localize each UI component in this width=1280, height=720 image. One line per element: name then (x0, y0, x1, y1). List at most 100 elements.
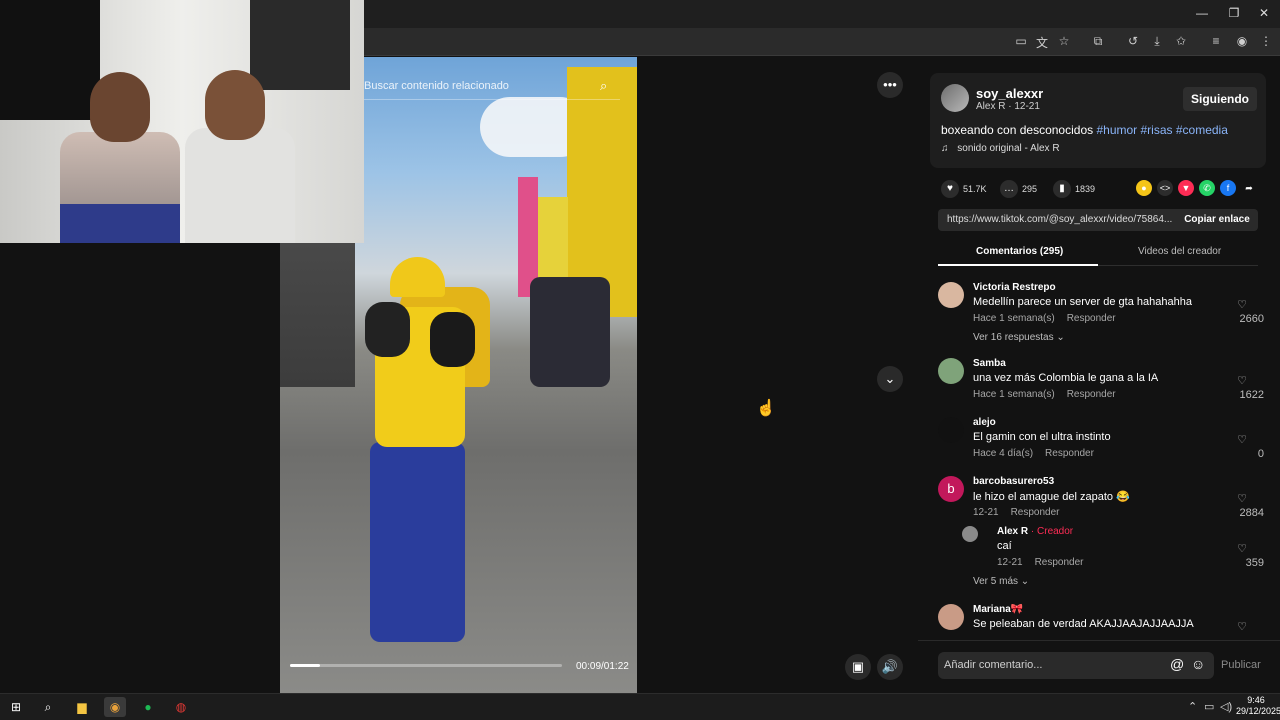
reply-button[interactable]: Responder (1045, 448, 1094, 459)
video-time: 00:09/01:22 (576, 661, 629, 672)
like-heart-icon[interactable]: ♡ (1232, 492, 1252, 505)
like-heart-icon[interactable]: ♡ (1232, 542, 1252, 555)
reading-list-icon[interactable]: ≡ (1208, 34, 1224, 48)
whatsapp-icon[interactable]: ✆ (1199, 180, 1215, 196)
commenter-name[interactable]: barcobasurero53 (973, 476, 1054, 487)
mention-icon[interactable]: @ (1170, 656, 1184, 672)
copy-link-button[interactable]: Copiar enlace (1175, 209, 1259, 231)
comment-icon: … (1000, 180, 1018, 198)
emoji-icon[interactable]: ☺ (1191, 656, 1205, 672)
save-count: 1839 (1075, 184, 1096, 194)
minimize-button[interactable]: — (1192, 6, 1212, 20)
commenter-name[interactable]: Victoria Restrepo (973, 282, 1056, 293)
comment-like-count: 2660 (1239, 313, 1264, 325)
profile-icon[interactable]: ◉ (1234, 34, 1250, 48)
creator-avatar[interactable] (962, 526, 978, 542)
streamer-left (50, 72, 180, 243)
hashtag-link[interactable]: #risas (1141, 123, 1173, 137)
comment-text: una vez más Colombia le gana a la IA (973, 372, 1159, 384)
hashtag-link[interactable]: #humor (1096, 123, 1137, 137)
comment-like-count: 0 (1257, 448, 1264, 460)
share-arrow-icon[interactable]: ➦ (1241, 180, 1257, 196)
share-link-url[interactable]: https://www.tiktok.com/@soy_alexxr/video… (947, 214, 1173, 225)
send-icon[interactable]: ▼ (1178, 180, 1194, 196)
commenter-avatar[interactable] (938, 604, 964, 630)
coin-icon[interactable]: ● (1136, 180, 1152, 196)
commenter-name[interactable]: Mariana🎀 (973, 604, 1023, 615)
tab-creator-videos[interactable]: Videos del creador (1138, 246, 1221, 257)
clock-time: 9:46 (1247, 695, 1265, 705)
tab-comments[interactable]: Comentarios (295) (976, 246, 1063, 257)
close-button[interactable]: ✕ (1254, 6, 1274, 20)
comment-time: 12-21 (997, 557, 1023, 568)
clock[interactable]: 9:46 29/12/2025 (1236, 695, 1280, 717)
like-heart-icon[interactable]: ♡ (1232, 298, 1252, 311)
reply-author[interactable]: Alex R · Creador (997, 526, 1073, 537)
music-note-icon: ♫ (941, 143, 949, 154)
avatar[interactable] (941, 84, 969, 112)
clock-date: 29/12/2025 (1236, 706, 1280, 716)
view-more-replies-button[interactable]: Ver 5 más ⌄ (973, 576, 1029, 587)
reply-button[interactable]: Responder (1067, 313, 1116, 324)
view-replies-button[interactable]: Ver 16 respuestas ⌄ (973, 332, 1065, 343)
search-icon[interactable]: ⌕ (37, 697, 59, 717)
comment-action[interactable]: … 295 (1000, 180, 1037, 198)
motorcycle (530, 277, 610, 387)
comment-time: 12-21 (973, 507, 999, 518)
menu-icon[interactable]: ⋮ (1258, 34, 1274, 48)
comment-time: Hace 1 semana(s) (973, 313, 1055, 324)
author-username[interactable]: soy_alexxr (976, 86, 1043, 101)
screen: — ❐ ✕ ▭ 文 ☆ ⧉ ↺ ⤓ ✩ ≡ ◉ ⋮ Buscar conteni… (0, 0, 1280, 720)
commenter-avatar[interactable] (938, 417, 964, 443)
file-explorer-icon[interactable]: ▆ (71, 697, 93, 717)
facebook-icon[interactable]: f (1220, 180, 1236, 196)
following-button[interactable]: Siguiendo (1183, 87, 1257, 111)
like-action[interactable]: ♥ 51.7K (941, 180, 987, 198)
music-info[interactable]: ♫ sonido original - Alex R (941, 143, 1060, 154)
tray-chevron-icon[interactable]: ⌃ (1188, 700, 1197, 713)
comment-like-count: 1622 (1239, 389, 1264, 401)
search-icon[interactable]: ⌕ (600, 78, 607, 94)
cast-icon[interactable]: ▭ (1013, 34, 1029, 48)
like-heart-icon[interactable]: ♡ (1232, 620, 1252, 633)
like-heart-icon[interactable]: ♡ (1232, 433, 1252, 446)
volume-icon[interactable]: 🔊 (877, 654, 903, 680)
reply-item: Alex R · Creador caí 12-21 Responder ♡ 35… (962, 522, 1268, 600)
spotify-icon[interactable]: ● (137, 697, 159, 717)
more-options-icon[interactable]: ••• (877, 72, 903, 98)
hashtag-link[interactable]: #comedia (1176, 123, 1228, 137)
volume-icon[interactable]: ◁) (1220, 700, 1232, 713)
commenter-avatar[interactable] (938, 358, 964, 384)
translate-icon[interactable]: 文 (1034, 34, 1050, 51)
history-icon[interactable]: ↺ (1125, 34, 1141, 48)
comment-meta: 12-21 Responder (973, 507, 1060, 518)
comment-placeholder[interactable]: Añadir comentario... (944, 659, 1042, 671)
chrome-icon[interactable]: ◉ (104, 697, 126, 717)
embed-icon[interactable]: <> (1157, 180, 1173, 196)
windows-start-icon[interactable]: ⊞ (5, 697, 27, 717)
comment-like-count: 2884 (1239, 507, 1264, 519)
reply-button[interactable]: Responder (1035, 557, 1084, 568)
download-icon[interactable]: ⤓ (1149, 34, 1165, 49)
network-icon[interactable]: ▭ (1204, 700, 1214, 713)
extensions-icon[interactable]: ⧉ (1090, 34, 1106, 49)
commenter-avatar[interactable]: b (938, 476, 964, 502)
favorites-icon[interactable]: ✩ (1173, 34, 1189, 48)
restore-button[interactable]: ❐ (1224, 6, 1244, 20)
video-progress-bar[interactable] (290, 664, 562, 667)
commenter-name[interactable]: alejo (973, 417, 996, 428)
next-video-chevron-icon[interactable]: ⌄ (877, 366, 903, 392)
commenter-name[interactable]: Samba (973, 358, 1006, 369)
floating-player-icon[interactable]: ▣ (845, 654, 871, 680)
save-action[interactable]: ▮ 1839 (1053, 180, 1095, 198)
obs-icon[interactable]: ◍ (170, 697, 192, 717)
commenter-avatar[interactable] (938, 282, 964, 308)
like-heart-icon[interactable]: ♡ (1232, 374, 1252, 387)
reply-button[interactable]: Responder (1067, 389, 1116, 400)
reply-button[interactable]: Responder (1011, 507, 1060, 518)
comment-text: El gamin con el ultra instinto (973, 431, 1111, 443)
video-description: boxeando con desconocidos #humor #risas … (941, 123, 1228, 137)
publish-button[interactable]: Publicar (1221, 659, 1261, 671)
star-icon[interactable]: ☆ (1056, 34, 1072, 48)
creator-badge: · Creador (1028, 526, 1074, 537)
